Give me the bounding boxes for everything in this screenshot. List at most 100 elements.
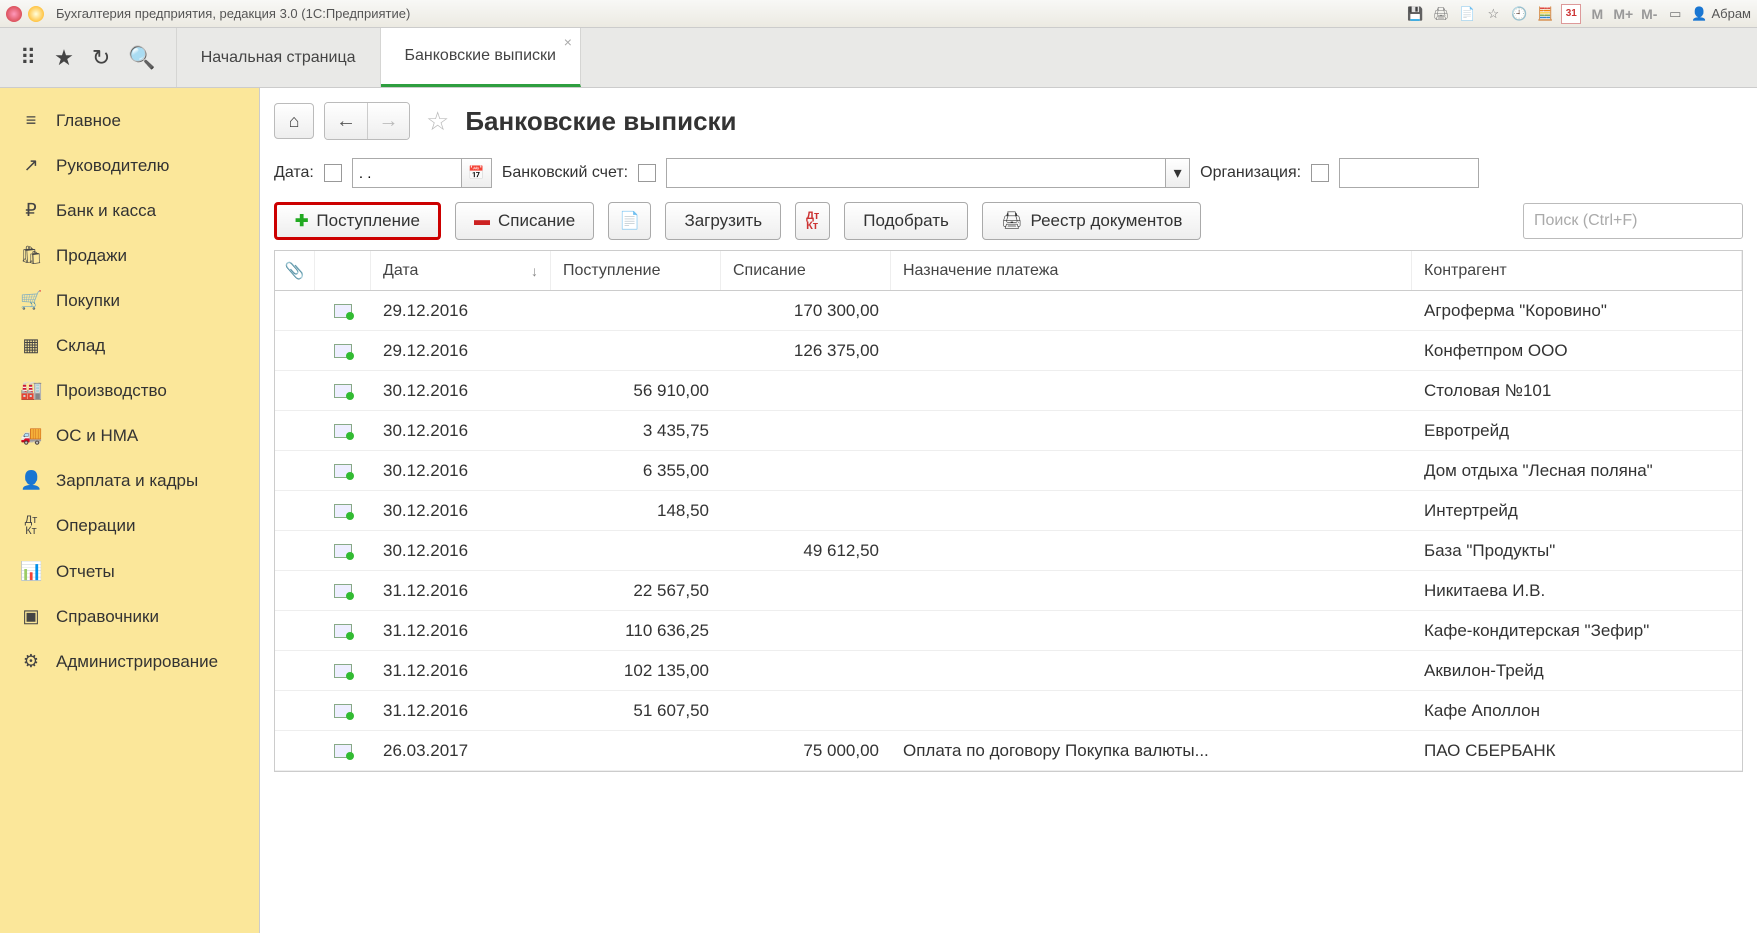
- table-row[interactable]: 31.12.201622 567,50Никитаева И.В.: [275, 571, 1742, 611]
- cell-income: 102 135,00: [551, 651, 721, 690]
- m-button[interactable]: M: [1587, 4, 1607, 24]
- sidebar-item-hr[interactable]: 👤Зарплата и кадры: [0, 458, 259, 503]
- sidebar-item-warehouse[interactable]: ▦ Склад: [0, 323, 259, 368]
- sort-asc-icon: ↓: [531, 263, 538, 279]
- favorite-star-icon[interactable]: ☆: [426, 106, 449, 137]
- window-title: Бухгалтерия предприятия, редакция 3.0 (1…: [56, 6, 410, 21]
- history-icon[interactable]: 🕘: [1509, 4, 1529, 24]
- date-filter-checkbox[interactable]: [324, 164, 342, 182]
- org-filter-checkbox[interactable]: [1311, 164, 1329, 182]
- doc-icon[interactable]: 📄: [1457, 4, 1477, 24]
- cell-party: Агроферма "Коровино": [1412, 291, 1742, 330]
- sidebar-item-label: Склад: [56, 336, 105, 356]
- col-icon[interactable]: [315, 251, 371, 290]
- menu-icon: ≡: [20, 110, 42, 131]
- copy-button[interactable]: 📄: [608, 202, 651, 240]
- tab-home[interactable]: Начальная страница: [177, 28, 381, 87]
- account-filter-input[interactable]: [666, 158, 1166, 188]
- search-icon[interactable]: 🔍: [128, 45, 155, 71]
- sidebar-item-catalogs[interactable]: ▣Справочники: [0, 594, 259, 639]
- dtkt-button[interactable]: ДтКт: [795, 202, 830, 240]
- dropdown-icon[interactable]: [28, 6, 44, 22]
- cell-party: Никитаева И.В.: [1412, 571, 1742, 610]
- cell-attach: [275, 451, 315, 490]
- table-row[interactable]: 26.03.201775 000,00Оплата по договору По…: [275, 731, 1742, 771]
- col-date[interactable]: Дата ↓: [371, 251, 551, 290]
- table-row[interactable]: 29.12.2016126 375,00Конфетпром ООО: [275, 331, 1742, 371]
- grid-icon: ▦: [20, 335, 42, 356]
- star-icon[interactable]: ★: [54, 45, 74, 71]
- calc-icon[interactable]: 🧮: [1535, 4, 1555, 24]
- sidebar-item-bank[interactable]: ₽Банк и касса: [0, 188, 259, 233]
- col-party[interactable]: Контрагент: [1412, 251, 1742, 290]
- registry-button[interactable]: 🖨 Реестр документов: [982, 202, 1201, 240]
- col-attach[interactable]: 📎: [275, 251, 315, 290]
- document-posted-icon: [334, 304, 352, 318]
- cell-outcome: 126 375,00: [721, 331, 891, 370]
- outcome-button[interactable]: ▬ Списание: [455, 202, 594, 240]
- printer-icon: 🖨: [1001, 211, 1023, 231]
- income-button[interactable]: ✚ Поступление: [274, 202, 441, 240]
- star-tool-icon[interactable]: ☆: [1483, 4, 1503, 24]
- document-posted-icon: [334, 744, 352, 758]
- table-row[interactable]: 31.12.2016102 135,00Аквилон-Трейд: [275, 651, 1742, 691]
- table-row[interactable]: 30.12.201649 612,50База "Продукты": [275, 531, 1742, 571]
- account-filter-checkbox[interactable]: [638, 164, 656, 182]
- table-row[interactable]: 30.12.20163 435,75Евротрейд: [275, 411, 1742, 451]
- mminus-button[interactable]: M-: [1639, 4, 1659, 24]
- col-outcome[interactable]: Списание: [721, 251, 891, 290]
- document-posted-icon: [334, 344, 352, 358]
- cell-income: 6 355,00: [551, 451, 721, 490]
- cell-status: [315, 291, 371, 330]
- apps-icon[interactable]: ⠿: [20, 45, 36, 71]
- user-icon: 👤: [1691, 6, 1707, 22]
- calendar-icon[interactable]: 31: [1561, 4, 1581, 24]
- sidebar-item-sales[interactable]: 🛍Продажи: [0, 233, 259, 278]
- org-filter-input[interactable]: [1339, 158, 1479, 188]
- date-picker-icon[interactable]: 📅: [462, 158, 492, 188]
- sidebar-item-reports[interactable]: 📊Отчеты: [0, 549, 259, 594]
- sidebar-item-purchases[interactable]: 🛒Покупки: [0, 278, 259, 323]
- cell-date: 31.12.2016: [371, 691, 551, 730]
- sidebar-item-admin[interactable]: ⚙Администрирование: [0, 639, 259, 684]
- sidebar-item-main[interactable]: ≡Главное: [0, 98, 259, 143]
- col-date-label: Дата: [383, 262, 418, 280]
- search-input[interactable]: Поиск (Ctrl+F): [1523, 203, 1743, 239]
- cell-income: 56 910,00: [551, 371, 721, 410]
- cell-outcome: [721, 491, 891, 530]
- clipboard-icon[interactable]: ↻: [92, 45, 110, 71]
- load-button[interactable]: Загрузить: [665, 202, 781, 240]
- cell-attach: [275, 731, 315, 770]
- document-posted-icon: [334, 664, 352, 678]
- tab-bank-statements[interactable]: Банковские выписки ×: [381, 28, 581, 87]
- home-button[interactable]: ⌂: [274, 103, 314, 139]
- cell-outcome: [721, 611, 891, 650]
- col-income[interactable]: Поступление: [551, 251, 721, 290]
- ruble-icon: ₽: [20, 200, 42, 221]
- cell-attach: [275, 371, 315, 410]
- table-row[interactable]: 31.12.2016110 636,25Кафе-кондитерская "З…: [275, 611, 1742, 651]
- table-row[interactable]: 31.12.201651 607,50Кафе Аполлон: [275, 691, 1742, 731]
- close-icon[interactable]: ×: [564, 34, 572, 50]
- save-icon[interactable]: 💾: [1405, 4, 1425, 24]
- table-row[interactable]: 29.12.2016170 300,00Агроферма "Коровино": [275, 291, 1742, 331]
- user-label[interactable]: 👤 Абрам: [1691, 6, 1751, 22]
- minus-icon: ▬: [474, 212, 490, 230]
- table-row[interactable]: 30.12.2016148,50Интертрейд: [275, 491, 1742, 531]
- forward-button[interactable]: →: [367, 103, 409, 139]
- pick-button[interactable]: Подобрать: [844, 202, 968, 240]
- print-icon[interactable]: 🖨: [1431, 4, 1451, 24]
- cell-party: Евротрейд: [1412, 411, 1742, 450]
- account-dropdown-icon[interactable]: ▾: [1166, 158, 1190, 188]
- date-filter-input[interactable]: [352, 158, 462, 188]
- sidebar-item-operations[interactable]: ДтКтОперации: [0, 503, 259, 549]
- sidebar-item-manager[interactable]: ↗Руководителю: [0, 143, 259, 188]
- mplus-button[interactable]: M+: [1613, 4, 1633, 24]
- col-purpose[interactable]: Назначение платежа: [891, 251, 1412, 290]
- table-row[interactable]: 30.12.20166 355,00Дом отдыха "Лесная пол…: [275, 451, 1742, 491]
- sidebar-item-assets[interactable]: 🚚ОС и НМА: [0, 413, 259, 458]
- table-row[interactable]: 30.12.201656 910,00Столовая №101: [275, 371, 1742, 411]
- back-button[interactable]: ←: [325, 103, 367, 139]
- panel-icon[interactable]: ▭: [1665, 4, 1685, 24]
- sidebar-item-production[interactable]: 🏭Производство: [0, 368, 259, 413]
